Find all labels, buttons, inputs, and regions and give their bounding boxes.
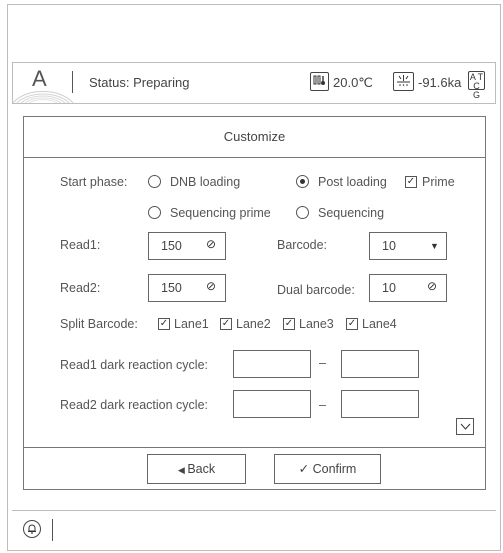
lane1-label[interactable]: Lane1 (174, 317, 209, 331)
confirm-button-label: Confirm (312, 462, 357, 476)
split-barcode-label: Split Barcode: (60, 317, 138, 331)
bottom-divider (52, 519, 53, 541)
lane1-checkbox[interactable]: ✓ (158, 318, 170, 330)
pressure-gauge-icon (393, 72, 414, 91)
lane4-label[interactable]: Lane4 (362, 317, 397, 331)
range-dash: – (319, 356, 326, 370)
barcode-select[interactable]: 10 ▼ (369, 232, 447, 260)
radio-dnb-loading[interactable] (148, 175, 161, 188)
prime-checkbox[interactable]: ✓ (405, 176, 417, 188)
radio-sequencing-prime-label[interactable]: Sequencing prime (170, 206, 271, 220)
back-button-label: Back (187, 462, 216, 476)
barcode-value: 10 (382, 239, 396, 253)
read1-label: Read1: (60, 238, 101, 252)
radio-post-loading[interactable] (296, 175, 309, 188)
read1-stepper[interactable]: 150 ⊘ (148, 232, 226, 260)
temperature-value: 20.0℃ (333, 75, 373, 90)
range-dash: – (319, 398, 326, 412)
atcg-badge-icon: A T C G (468, 71, 485, 100)
lane4-checkbox[interactable]: ✓ (346, 318, 358, 330)
back-arrow-icon: ◀ (177, 465, 188, 475)
panel-title: Customize (24, 117, 485, 158)
start-phase-label: Start phase: (60, 175, 128, 189)
read2-stepper[interactable]: 150 ⊘ (148, 274, 226, 302)
scroll-down-button[interactable] (456, 418, 474, 435)
lane2-checkbox[interactable]: ✓ (220, 318, 232, 330)
stepper-icon: ⊘ (427, 279, 438, 293)
bell-icon[interactable] (23, 520, 41, 538)
logo-letter: A (32, 66, 47, 91)
radio-sequencing[interactable] (296, 206, 309, 219)
stepper-icon: ⊘ (206, 279, 217, 293)
lane3-label[interactable]: Lane3 (299, 317, 334, 331)
status-divider (72, 71, 73, 93)
confirm-button[interactable]: ✓ Confirm (274, 454, 381, 484)
barcode-label: Barcode: (277, 238, 328, 252)
pressure-value: -91.6ka (418, 75, 462, 90)
stepper-icon: ⊘ (206, 237, 217, 251)
lane2-label[interactable]: Lane2 (236, 317, 271, 331)
read2-dark-end-input[interactable] (341, 390, 419, 418)
read1-value: 150 (161, 239, 182, 253)
app-logo: A (13, 63, 77, 103)
radio-sequencing-prime[interactable] (148, 206, 161, 219)
read2-dark-cycle-label: Read2 dark reaction cycle: (60, 398, 208, 412)
panel-footer-divider (23, 447, 486, 448)
chevron-down-icon: ▼ (430, 241, 439, 251)
lane3-checkbox[interactable]: ✓ (283, 318, 295, 330)
bottom-bar (12, 510, 496, 544)
thermometer-icon (310, 72, 329, 91)
atcg-g: G (472, 90, 480, 100)
radio-dnb-loading-label[interactable]: DNB loading (170, 175, 240, 189)
checkmark-icon: ✓ (298, 462, 313, 476)
read1-dark-start-input[interactable] (233, 350, 311, 378)
dual-barcode-label: Dual barcode: (277, 283, 355, 297)
dual-barcode-value: 10 (382, 281, 396, 295)
read2-label: Read2: (60, 281, 101, 295)
radio-post-loading-label[interactable]: Post loading (318, 175, 387, 189)
back-button[interactable]: ◀ Back (147, 454, 246, 484)
read1-dark-end-input[interactable] (341, 350, 419, 378)
prime-label[interactable]: Prime (422, 175, 455, 189)
status-label: Status: Preparing (89, 75, 190, 90)
read1-dark-cycle-label: Read1 dark reaction cycle: (60, 358, 208, 372)
radio-sequencing-label[interactable]: Sequencing (318, 206, 384, 220)
read2-value: 150 (161, 281, 182, 295)
status-bar: A Status: Preparing 20.0℃ -91.6ka A T C … (12, 62, 496, 104)
customize-panel: Customize (23, 116, 486, 490)
dual-barcode-stepper[interactable]: 10 ⊘ (369, 274, 447, 302)
read2-dark-start-input[interactable] (233, 390, 311, 418)
chevron-down-icon (460, 423, 471, 430)
